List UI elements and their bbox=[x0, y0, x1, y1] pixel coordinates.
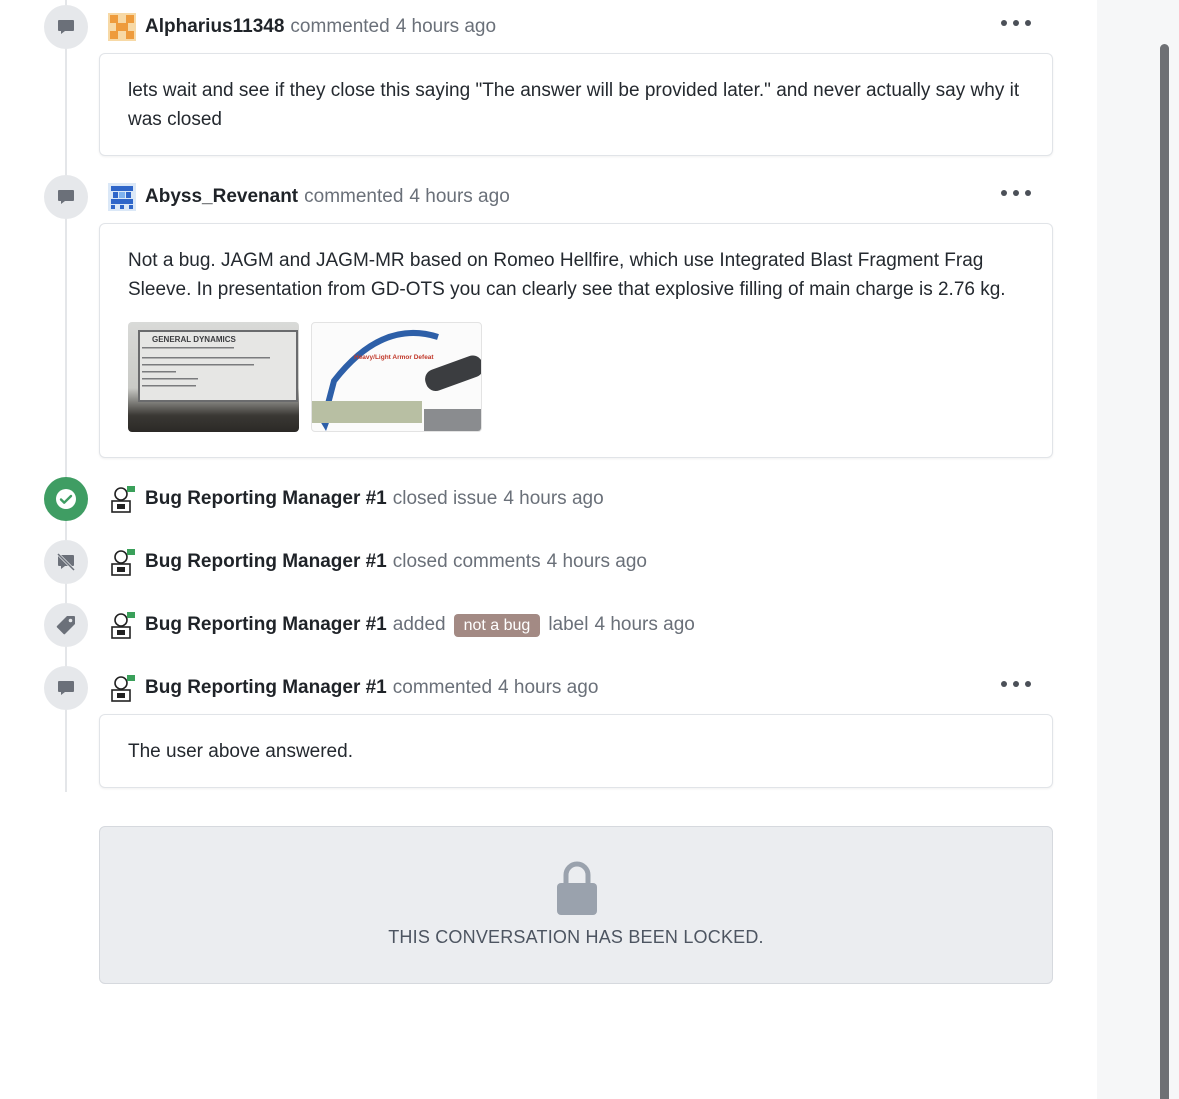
event-header: Bug Reporting Manager #1 closed issue 4 … bbox=[108, 484, 604, 514]
comment-off-icon bbox=[56, 552, 76, 572]
comment-icon bbox=[44, 175, 88, 219]
comment-icon bbox=[44, 666, 88, 710]
comment-text: lets wait and see if they close this say… bbox=[128, 80, 1020, 130]
author-name[interactable]: Bug Reporting Manager #1 bbox=[145, 614, 387, 636]
timestamp[interactable]: 4 hours ago bbox=[503, 488, 603, 510]
comment-body: lets wait and see if they close this say… bbox=[99, 53, 1053, 156]
tag-icon bbox=[56, 616, 75, 635]
comment-header: Abyss_Revenant commented 4 hours ago bbox=[108, 182, 510, 212]
action-text: closed issue bbox=[392, 488, 498, 509]
more-options-button[interactable] bbox=[1001, 677, 1031, 691]
comment-icon bbox=[44, 5, 88, 49]
action-text: closed comments bbox=[392, 551, 541, 572]
action-text: added bbox=[392, 614, 446, 635]
author-name[interactable]: Bug Reporting Manager #1 bbox=[145, 677, 387, 699]
closed-comments-indicator bbox=[44, 540, 88, 584]
label-badge-not-a-bug[interactable]: not a bug bbox=[453, 613, 541, 637]
comment-text: Not a bug. JAGM and JAGM-MR based on Rom… bbox=[128, 250, 1006, 300]
avatar[interactable] bbox=[108, 485, 136, 513]
check-circle-icon bbox=[56, 489, 76, 509]
comment-header: Alpharius11348 commented 4 hours ago bbox=[108, 12, 496, 42]
comment-body: Not a bug. JAGM and JAGM-MR based on Rom… bbox=[99, 223, 1053, 458]
action-text: commented bbox=[392, 677, 493, 698]
timestamp[interactable]: 4 hours ago bbox=[594, 614, 694, 636]
timestamp[interactable]: 4 hours ago bbox=[547, 551, 647, 573]
closed-status-indicator bbox=[44, 477, 88, 521]
event-header: Bug Reporting Manager #1 closed comments… bbox=[108, 547, 647, 577]
event-header: Bug Reporting Manager #1 added not a bug… bbox=[108, 610, 695, 640]
avatar[interactable] bbox=[108, 674, 136, 702]
author-name[interactable]: Abyss_Revenant bbox=[145, 186, 298, 208]
attachment-image[interactable]: GENERAL DYNAMICS bbox=[128, 322, 299, 432]
timestamp[interactable]: 4 hours ago bbox=[409, 186, 509, 208]
more-options-button[interactable] bbox=[1001, 186, 1031, 200]
scrollbar[interactable] bbox=[1160, 44, 1169, 1099]
attachment-caption: Heavy/Light Armor Defeat bbox=[354, 354, 434, 361]
timestamp[interactable]: 4 hours ago bbox=[396, 16, 496, 38]
avatar[interactable] bbox=[108, 548, 136, 576]
label-event-indicator bbox=[44, 603, 88, 647]
author-name[interactable]: Alpharius11348 bbox=[145, 16, 284, 38]
issue-timeline-page: Alpharius11348 commented 4 hours ago let… bbox=[0, 0, 1179, 1099]
label-suffix-text: label bbox=[548, 614, 589, 635]
lock-icon bbox=[557, 861, 597, 915]
action-text: commented bbox=[290, 16, 390, 37]
attachment-logo-text: GENERAL DYNAMICS bbox=[152, 335, 237, 344]
author-name[interactable]: Bug Reporting Manager #1 bbox=[145, 551, 387, 573]
attachment-list: GENERAL DYNAMICS Heavy/Light Armor Defea… bbox=[128, 322, 1024, 432]
avatar[interactable] bbox=[108, 13, 136, 41]
more-options-button[interactable] bbox=[1001, 16, 1031, 30]
author-name[interactable]: Bug Reporting Manager #1 bbox=[145, 488, 387, 510]
attachment-image[interactable]: Heavy/Light Armor Defeat bbox=[311, 322, 482, 432]
locked-message: THIS CONVERSATION HAS BEEN LOCKED. bbox=[388, 927, 764, 947]
comment-body: The user above answered. bbox=[99, 714, 1053, 788]
avatar[interactable] bbox=[108, 611, 136, 639]
action-text: commented bbox=[304, 186, 404, 207]
comment-header: Bug Reporting Manager #1 commented 4 hou… bbox=[108, 673, 598, 703]
avatar[interactable] bbox=[108, 183, 136, 211]
comment-text: The user above answered. bbox=[128, 741, 353, 762]
locked-conversation-notice: THIS CONVERSATION HAS BEEN LOCKED. bbox=[99, 826, 1053, 984]
timestamp[interactable]: 4 hours ago bbox=[498, 677, 598, 699]
